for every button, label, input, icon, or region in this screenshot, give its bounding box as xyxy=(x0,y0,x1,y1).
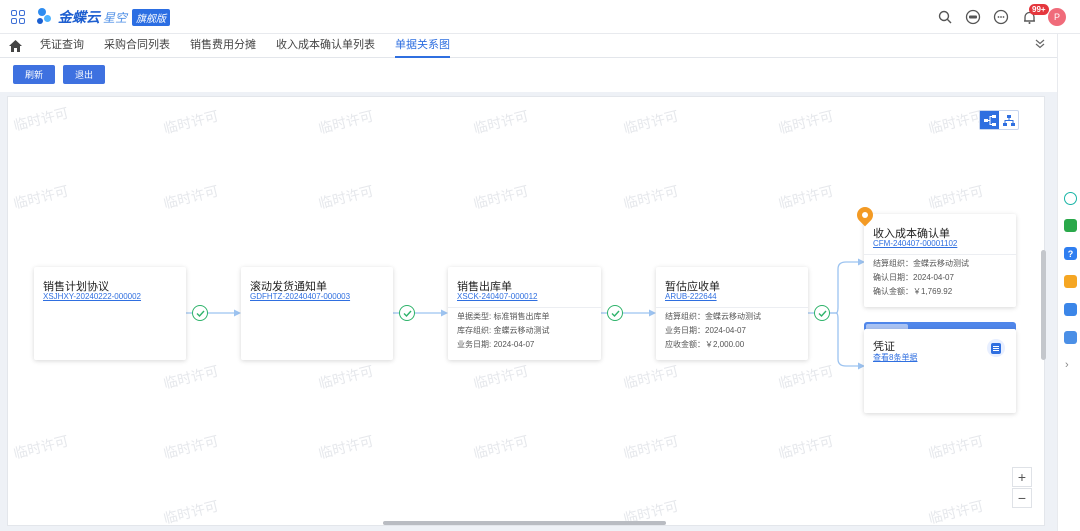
node-field: 结算组织：金蝶云移动测试 xyxy=(873,259,969,268)
service-icon[interactable] xyxy=(964,8,982,26)
bell-icon[interactable]: 99+ xyxy=(1020,4,1049,26)
zoom-in-button[interactable]: + xyxy=(1012,467,1032,487)
tab-sales-expense-allocation[interactable]: 销售费用分摊 xyxy=(190,34,256,58)
node-field: 确认金额：￥1,769.92 xyxy=(873,287,953,296)
help-icon[interactable]: ? xyxy=(1064,247,1077,260)
top-bar: 金蝶云 星空 旗舰版 99+ P xyxy=(0,0,1080,34)
node-field: 业务日期：2024-04-07 xyxy=(665,326,746,335)
brand-name: 金蝶云 xyxy=(58,9,100,25)
node-estimated-receivable[interactable]: 暂估应收单 ARUB-222644 结算组织：金蝶云移动测试 业务日期：2024… xyxy=(656,267,808,360)
view-documents-link[interactable]: 查看8条单据 xyxy=(873,352,917,363)
check-circle-icon xyxy=(399,305,415,321)
side-rail: ? › xyxy=(1057,34,1080,531)
home-icon[interactable] xyxy=(9,40,22,52)
node-field: 库存组织: 金蝶云移动测试 xyxy=(457,326,550,335)
horizontal-scrollbar[interactable] xyxy=(383,521,666,525)
check-circle-icon xyxy=(192,305,208,321)
tabs-bar: 凭证查询 采购合同列表 销售费用分摊 收入成本确认单列表 单据关系图 xyxy=(0,34,1057,58)
feedback-icon[interactable] xyxy=(1064,275,1077,288)
contacts-icon[interactable] xyxy=(1064,219,1077,232)
expand-rail-icon[interactable]: › xyxy=(1065,359,1069,371)
exit-button[interactable]: 退出 xyxy=(63,65,105,84)
toolbar: 刷新 退出 xyxy=(0,58,1057,92)
node-sales-plan-agreement[interactable]: 销售计划协议 XSJHXY-20240222-000002 xyxy=(34,267,186,360)
node-document-link[interactable]: ARUB-222644 xyxy=(665,292,717,301)
avatar[interactable]: P xyxy=(1048,8,1066,26)
node-revenue-cost-confirm[interactable]: 收入成本确认单 CFM-240407-00001102 结算组织：金蝶云移动测试… xyxy=(864,214,1016,307)
node-field: 确认日期：2024-04-07 xyxy=(873,273,954,282)
logo[interactable]: 金蝶云 星空 旗舰版 xyxy=(36,6,171,28)
node-voucher[interactable]: 凭证 查看8条单据 xyxy=(864,329,1016,413)
node-field: 结算组织：金蝶云移动测试 xyxy=(665,312,761,321)
edition-badge: 旗舰版 xyxy=(132,8,171,26)
search-icon[interactable] xyxy=(936,8,954,26)
tab-voucher-query[interactable]: 凭证查询 xyxy=(40,34,84,58)
vertical-scrollbar[interactable] xyxy=(1041,250,1046,360)
check-circle-icon xyxy=(814,305,830,321)
assistant-icon[interactable] xyxy=(1064,192,1077,205)
node-document-link[interactable]: XSJHXY-20240222-000002 xyxy=(43,292,141,301)
node-sales-outbound[interactable]: 销售出库单 XSCK-240407-000012 单据类型: 标准销售出库单 库… xyxy=(448,267,601,360)
tab-document-relation-graph[interactable]: 单据关系图 xyxy=(395,34,450,58)
node-field: 应收金额：￥2,000.00 xyxy=(665,340,745,349)
tabs-expand-icon[interactable] xyxy=(1035,39,1045,52)
kingdee-logo-icon xyxy=(36,8,54,26)
chat-icon[interactable] xyxy=(1064,331,1077,344)
relation-graph-canvas[interactable]: 临时许可 临时许可 临时许可 临时许可 临时许可 临时许可 临时许可 临时许可 … xyxy=(7,96,1045,526)
zoom-out-button[interactable]: − xyxy=(1012,488,1032,508)
node-document-link[interactable]: XSCK-240407-000012 xyxy=(457,292,538,301)
org-chart-icon[interactable] xyxy=(1064,303,1077,316)
node-rolling-delivery-notice[interactable]: 滚动发货通知单 GDFHTZ-20240407-000003 xyxy=(241,267,393,360)
node-field: 单据类型: 标准销售出库单 xyxy=(457,312,550,321)
notification-badge: 99+ xyxy=(1029,4,1049,15)
node-document-link[interactable]: CFM-240407-00001102 xyxy=(873,239,957,248)
document-list-icon[interactable] xyxy=(987,339,1005,357)
check-circle-icon xyxy=(607,305,623,321)
refresh-button[interactable]: 刷新 xyxy=(13,65,55,84)
message-icon[interactable] xyxy=(992,8,1010,26)
tab-revenue-cost-confirm-list[interactable]: 收入成本确认单列表 xyxy=(276,34,375,58)
node-document-link[interactable]: GDFHTZ-20240407-000003 xyxy=(250,292,350,301)
app-grid-icon[interactable] xyxy=(11,10,25,24)
brand-sub: 星空 xyxy=(103,10,128,25)
node-field: 业务日期: 2024-04-07 xyxy=(457,340,535,349)
tab-purchase-contract-list[interactable]: 采购合同列表 xyxy=(104,34,170,58)
